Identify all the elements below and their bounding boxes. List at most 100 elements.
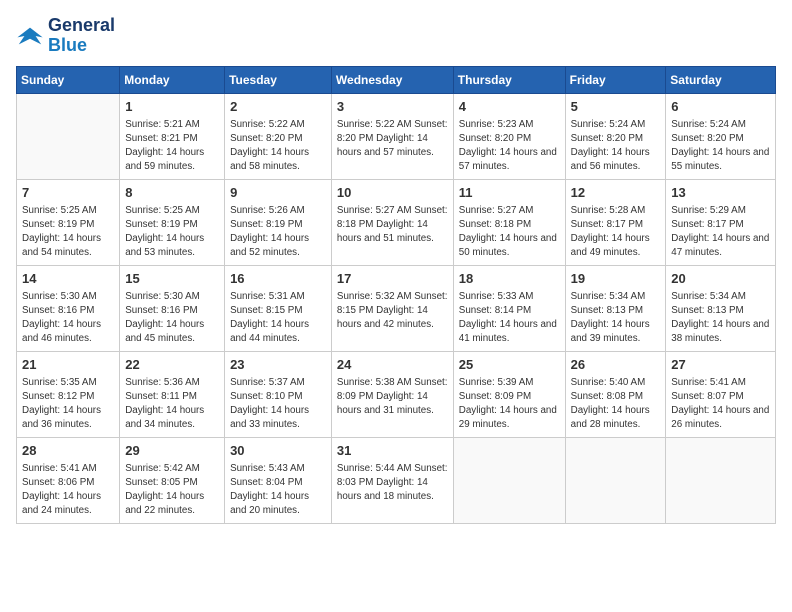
day-number: 31	[337, 442, 448, 460]
calendar-cell: 18 Sunrise: 5:33 AM Sunset: 8:14 PM Dayli…	[453, 265, 565, 351]
day-info: Sunrise: 5:30 AM Sunset: 8:16 PM Dayligh…	[22, 290, 114, 347]
day-number: 5	[571, 98, 661, 116]
day-info: Sunrise: 5:27 AM Sunset: 8:18 PM Dayligh…	[459, 204, 560, 261]
day-info: Sunrise: 5:43 AM Sunset: 8:04 PM Dayligh…	[230, 462, 326, 519]
calendar-cell: 28 Sunrise: 5:41 AM Sunset: 8:06 PM Dayli…	[17, 437, 120, 523]
calendar-cell: 31 Sunrise: 5:44 AM Sunset: 8:03 PM Dayli…	[331, 437, 453, 523]
day-info: Sunrise: 5:22 AM Sunset: 8:20 PM Dayligh…	[337, 118, 448, 161]
calendar-cell: 22 Sunrise: 5:36 AM Sunset: 8:11 PM Dayli…	[120, 351, 225, 437]
day-number: 8	[125, 184, 219, 202]
day-number: 4	[459, 98, 560, 116]
day-info: Sunrise: 5:42 AM Sunset: 8:05 PM Dayligh…	[125, 462, 219, 519]
day-number: 14	[22, 270, 114, 288]
day-info: Sunrise: 5:35 AM Sunset: 8:12 PM Dayligh…	[22, 376, 114, 433]
day-number: 23	[230, 356, 326, 374]
day-info: Sunrise: 5:41 AM Sunset: 8:06 PM Dayligh…	[22, 462, 114, 519]
calendar-cell: 12 Sunrise: 5:28 AM Sunset: 8:17 PM Dayli…	[565, 179, 666, 265]
day-info: Sunrise: 5:23 AM Sunset: 8:20 PM Dayligh…	[459, 118, 560, 175]
day-info: Sunrise: 5:44 AM Sunset: 8:03 PM Dayligh…	[337, 462, 448, 505]
day-info: Sunrise: 5:21 AM Sunset: 8:21 PM Dayligh…	[125, 118, 219, 175]
day-number: 20	[671, 270, 770, 288]
day-info: Sunrise: 5:34 AM Sunset: 8:13 PM Dayligh…	[571, 290, 661, 347]
day-info: Sunrise: 5:34 AM Sunset: 8:13 PM Dayligh…	[671, 290, 770, 347]
day-number: 1	[125, 98, 219, 116]
column-header-sunday: Sunday	[17, 66, 120, 93]
day-info: Sunrise: 5:33 AM Sunset: 8:14 PM Dayligh…	[459, 290, 560, 347]
day-info: Sunrise: 5:27 AM Sunset: 8:18 PM Dayligh…	[337, 204, 448, 247]
logo-text-general: General	[48, 16, 115, 36]
calendar-cell: 19 Sunrise: 5:34 AM Sunset: 8:13 PM Dayli…	[565, 265, 666, 351]
calendar-cell	[666, 437, 776, 523]
calendar-cell: 30 Sunrise: 5:43 AM Sunset: 8:04 PM Dayli…	[225, 437, 332, 523]
day-number: 21	[22, 356, 114, 374]
day-info: Sunrise: 5:39 AM Sunset: 8:09 PM Dayligh…	[459, 376, 560, 433]
calendar-cell: 7 Sunrise: 5:25 AM Sunset: 8:19 PM Daylig…	[17, 179, 120, 265]
calendar-cell: 13Sunrise: 5:29 AM Sunset: 8:17 PM Dayli…	[666, 179, 776, 265]
day-number: 25	[459, 356, 560, 374]
day-number: 18	[459, 270, 560, 288]
calendar-cell: 21 Sunrise: 5:35 AM Sunset: 8:12 PM Dayli…	[17, 351, 120, 437]
column-header-wednesday: Wednesday	[331, 66, 453, 93]
column-header-monday: Monday	[120, 66, 225, 93]
day-number: 7	[22, 184, 114, 202]
day-info: Sunrise: 5:30 AM Sunset: 8:16 PM Dayligh…	[125, 290, 219, 347]
day-info: Sunrise: 5:22 AM Sunset: 8:20 PM Dayligh…	[230, 118, 326, 175]
calendar-cell: 5 Sunrise: 5:24 AM Sunset: 8:20 PM Daylig…	[565, 93, 666, 179]
day-number: 11	[459, 184, 560, 202]
calendar-cell	[565, 437, 666, 523]
calendar-cell: 14 Sunrise: 5:30 AM Sunset: 8:16 PM Dayli…	[17, 265, 120, 351]
day-info: Sunrise: 5:24 AM Sunset: 8:20 PM Dayligh…	[671, 118, 770, 175]
calendar-table: SundayMondayTuesdayWednesdayThursdayFrid…	[16, 66, 776, 524]
logo-text-blue: Blue	[48, 36, 115, 56]
column-header-tuesday: Tuesday	[225, 66, 332, 93]
day-number: 9	[230, 184, 326, 202]
day-info: Sunrise: 5:29 AM Sunset: 8:17 PM Dayligh…	[671, 204, 770, 261]
calendar-cell: 27 Sunrise: 5:41 AM Sunset: 8:07 PM Dayli…	[666, 351, 776, 437]
day-number: 12	[571, 184, 661, 202]
day-number: 15	[125, 270, 219, 288]
day-number: 6	[671, 98, 770, 116]
calendar-cell: 10 Sunrise: 5:27 AM Sunset: 8:18 PM Dayli…	[331, 179, 453, 265]
calendar-week-1: 1 Sunrise: 5:21 AM Sunset: 8:21 PM Daylig…	[17, 93, 776, 179]
calendar-cell: 17 Sunrise: 5:32 AM Sunset: 8:15 PM Dayli…	[331, 265, 453, 351]
column-header-saturday: Saturday	[666, 66, 776, 93]
calendar-cell: 29 Sunrise: 5:42 AM Sunset: 8:05 PM Dayli…	[120, 437, 225, 523]
calendar-week-3: 14 Sunrise: 5:30 AM Sunset: 8:16 PM Dayli…	[17, 265, 776, 351]
logo-bird-icon	[16, 22, 44, 50]
day-info: Sunrise: 5:37 AM Sunset: 8:10 PM Dayligh…	[230, 376, 326, 433]
day-info: Sunrise: 5:32 AM Sunset: 8:15 PM Dayligh…	[337, 290, 448, 333]
day-number: 28	[22, 442, 114, 460]
day-number: 30	[230, 442, 326, 460]
calendar-cell: 2 Sunrise: 5:22 AM Sunset: 8:20 PM Daylig…	[225, 93, 332, 179]
day-info: Sunrise: 5:38 AM Sunset: 8:09 PM Dayligh…	[337, 376, 448, 419]
day-number: 22	[125, 356, 219, 374]
day-number: 2	[230, 98, 326, 116]
calendar-cell: 23 Sunrise: 5:37 AM Sunset: 8:10 PM Dayli…	[225, 351, 332, 437]
calendar-header-row: SundayMondayTuesdayWednesdayThursdayFrid…	[17, 66, 776, 93]
calendar-cell: 1 Sunrise: 5:21 AM Sunset: 8:21 PM Daylig…	[120, 93, 225, 179]
calendar-cell: 11 Sunrise: 5:27 AM Sunset: 8:18 PM Dayli…	[453, 179, 565, 265]
day-number: 19	[571, 270, 661, 288]
calendar-cell: 26Sunrise: 5:40 AM Sunset: 8:08 PM Dayli…	[565, 351, 666, 437]
day-info: Sunrise: 5:31 AM Sunset: 8:15 PM Dayligh…	[230, 290, 326, 347]
day-number: 17	[337, 270, 448, 288]
day-info: Sunrise: 5:40 AM Sunset: 8:08 PM Dayligh…	[571, 376, 661, 433]
column-header-friday: Friday	[565, 66, 666, 93]
day-number: 3	[337, 98, 448, 116]
day-info: Sunrise: 5:25 AM Sunset: 8:19 PM Dayligh…	[22, 204, 114, 261]
calendar-cell: 4 Sunrise: 5:23 AM Sunset: 8:20 PM Daylig…	[453, 93, 565, 179]
day-info: Sunrise: 5:41 AM Sunset: 8:07 PM Dayligh…	[671, 376, 770, 433]
calendar-cell: 25 Sunrise: 5:39 AM Sunset: 8:09 PM Dayli…	[453, 351, 565, 437]
day-info: Sunrise: 5:24 AM Sunset: 8:20 PM Dayligh…	[571, 118, 661, 175]
day-number: 10	[337, 184, 448, 202]
day-number: 27	[671, 356, 770, 374]
day-info: Sunrise: 5:28 AM Sunset: 8:17 PM Dayligh…	[571, 204, 661, 261]
calendar-week-4: 21 Sunrise: 5:35 AM Sunset: 8:12 PM Dayli…	[17, 351, 776, 437]
day-number: 29	[125, 442, 219, 460]
day-number: 16	[230, 270, 326, 288]
calendar-cell: 9Sunrise: 5:26 AM Sunset: 8:19 PM Daylig…	[225, 179, 332, 265]
page-header: General Blue	[16, 16, 776, 56]
calendar-week-5: 28 Sunrise: 5:41 AM Sunset: 8:06 PM Dayli…	[17, 437, 776, 523]
day-info: Sunrise: 5:36 AM Sunset: 8:11 PM Dayligh…	[125, 376, 219, 433]
day-info: Sunrise: 5:25 AM Sunset: 8:19 PM Dayligh…	[125, 204, 219, 261]
